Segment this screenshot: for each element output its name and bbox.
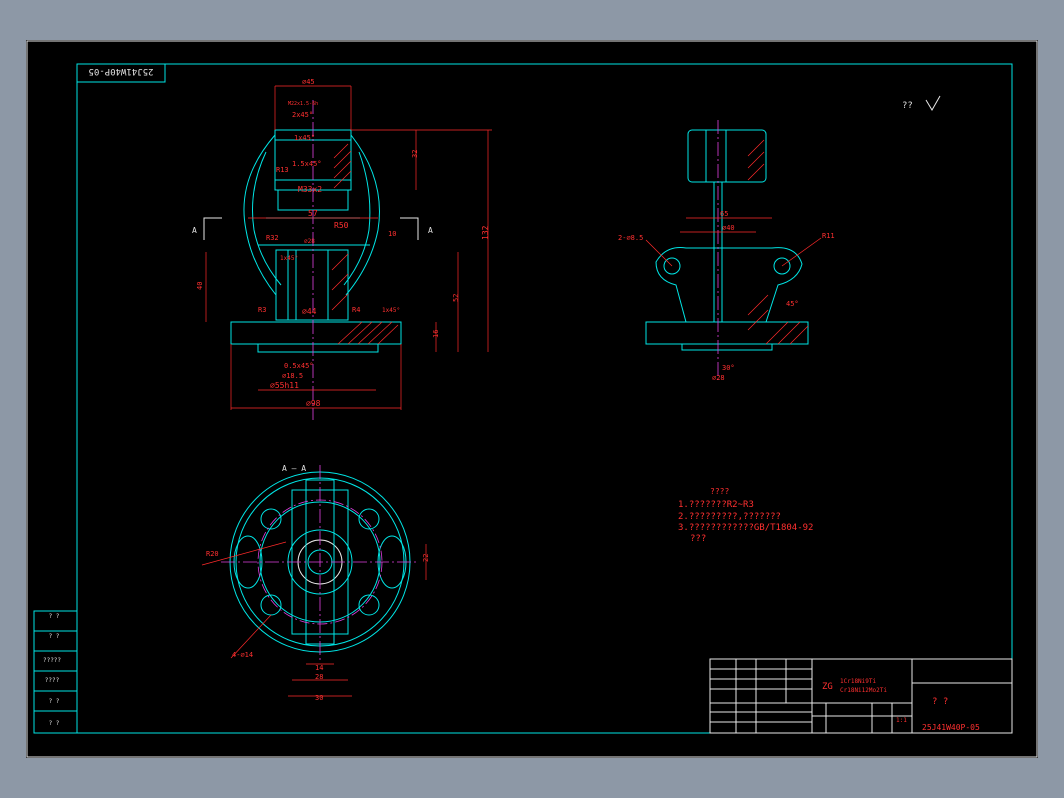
plan-view: A — A (221, 464, 419, 660)
part-name: ? ? (932, 697, 948, 707)
dim-c2: 1x45° (294, 134, 315, 142)
dim-m22: M22x1.5-6h (288, 101, 318, 107)
side-label-2: ? ? (49, 633, 60, 640)
inner-border (76, 63, 1013, 734)
dim-28: 28 (315, 673, 323, 681)
side-label-4: ???? (45, 677, 60, 684)
note-line-1: 1.???????R2~R3 (678, 500, 754, 510)
roughness-symbol (925, 95, 941, 111)
outer-frame (26, 40, 1038, 758)
scale: 1:1 (896, 717, 907, 724)
side-label-3: ????? (43, 657, 61, 664)
dim-45deg: 45° (786, 300, 799, 308)
dim-c1: 2x45° (292, 111, 313, 119)
dim-phi55: ⌀55h11 (270, 381, 299, 390)
dim-c3: 1.5x45° (292, 160, 322, 168)
dim-phi45: ⌀45 (302, 78, 315, 86)
dim-r50: R50 (334, 221, 349, 230)
number-box-text: 25J41W40P-05 (88, 66, 153, 76)
dim-132: 132 (481, 225, 490, 240)
side-strip: ? ? ? ? ????? ???? ? ? ? ? (33, 610, 78, 734)
material-code: ZG (822, 682, 833, 692)
dim-phi98: ⌀98 (306, 399, 321, 408)
dim-22: 22 (422, 554, 430, 562)
notes-title: ???? (710, 487, 729, 496)
dim-c4: 1x45° (280, 255, 298, 262)
dim-32: 32 (411, 150, 419, 158)
note-line-3: 3.????????????GB/T1804-92 (678, 523, 813, 533)
side-dimensions: 65 ⌀40 2-⌀8.5 R11 45° 30° ⌀28 (618, 210, 835, 382)
dim-r13: R13 (276, 166, 289, 174)
dim-10: 10 (388, 230, 396, 238)
material-line-1: 1Cr18Ni9Ti (840, 678, 877, 685)
dim-40: 40 (196, 282, 204, 290)
dim-16: 16 (432, 330, 440, 338)
dim-14: 14 (315, 664, 323, 672)
title-block-number: 25J41W40P-05 (922, 723, 980, 732)
cad-viewport[interactable]: 25J41W40P-05 ? ? ? ? ????? ???? ? ? ? ? … (26, 40, 1038, 758)
section-a-right: A (428, 226, 433, 235)
side-label-5: ? ? (49, 698, 60, 705)
dim-r11: R11 (822, 232, 835, 240)
section-a-left: A (192, 226, 197, 235)
dim-phi185: ⌀18.5 (282, 372, 303, 380)
dim-phi44: ⌀44 (302, 307, 317, 316)
roughness-note: ?? (902, 101, 913, 111)
dim-30deg: 30° (722, 364, 735, 372)
note-line-2: 2.?????????,??????? (678, 512, 781, 522)
dim-m33: M33x2 (298, 185, 322, 194)
dim-40b: ⌀40 (722, 224, 735, 232)
side-label-1: ? ? (49, 613, 60, 620)
front-dimensions: ⌀45 M22x1.5-6h 2x45° 1x45° 1.5x45° R13 M… (196, 78, 492, 410)
section-ref: A — A (282, 464, 306, 473)
dim-r3: R3 (258, 306, 266, 314)
note-line-4: ??? (690, 534, 706, 544)
dim-52: 52 (452, 294, 460, 302)
technical-notes: ???? 1.???????R2~R3 2.?????????,??????? … (678, 487, 813, 544)
drawing-canvas: 25J41W40P-05 ? ? ? ? ????? ???? ? ? ? ? … (26, 40, 1038, 758)
material-line-2: Cr18Ni12Mo2Ti (840, 687, 887, 694)
dim-hole1: 2-⌀8.5 (618, 234, 643, 242)
dim-phi28b: ⌀28 (712, 374, 725, 382)
dim-c5: 1x45° (382, 307, 400, 314)
front-section-view: A A (192, 100, 433, 420)
dim-phi28: ⌀28 (304, 238, 315, 245)
dim-r32: R32 (266, 234, 279, 242)
title-block: ZG 1Cr18Ni9Ti Cr18Ni12Mo2Ti ? ? 25J41W40… (709, 658, 1013, 734)
dim-57: 57 (308, 209, 318, 218)
dim-c6: 0.5x45° (284, 362, 314, 370)
side-view (645, 120, 809, 380)
dim-30: 30 (315, 694, 323, 702)
side-label-6: ? ? (49, 720, 60, 727)
dim-r4: R4 (352, 306, 360, 314)
dim-65: 65 (720, 210, 728, 218)
dim-hole2: 4-⌀14 (232, 651, 253, 659)
dim-r20: R20 (206, 550, 219, 558)
